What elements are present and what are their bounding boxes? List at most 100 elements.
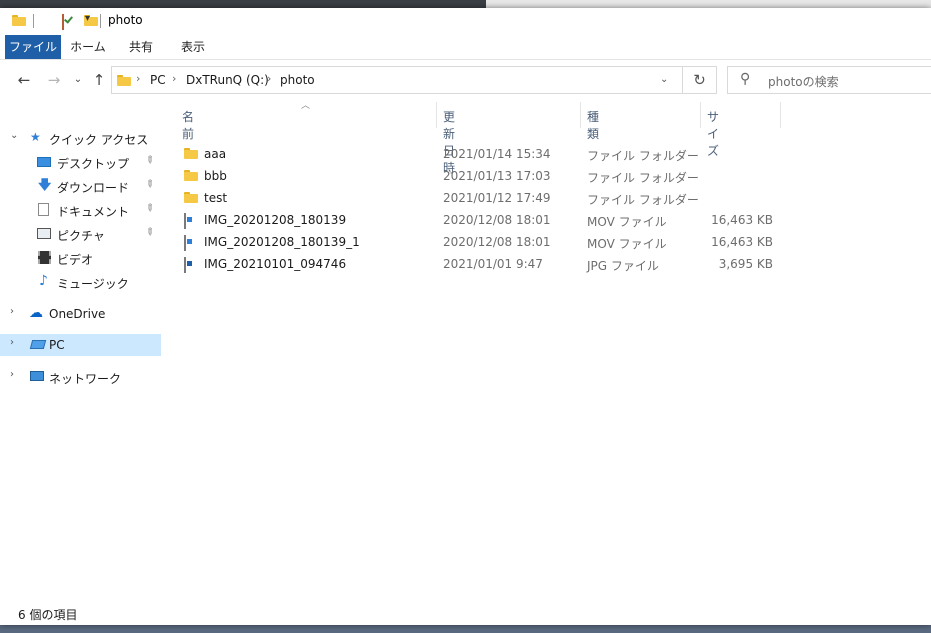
chevron-down-icon[interactable]: ⌄ [660, 74, 668, 85]
tab-view[interactable]: 表示 [170, 35, 216, 59]
refresh-button[interactable]: ↻ [683, 66, 717, 94]
title-bar: ▾ photo [0, 8, 931, 35]
explorer-window: ▾ photo ファイル ホーム 共有 表示 ← → ⌄ ↑ › PC › Dx… [0, 8, 931, 625]
file-date: 2021/01/14 15:34 [443, 147, 551, 161]
file-size: 16,463 KB [711, 235, 773, 249]
video-file-icon [184, 213, 186, 229]
file-type: ファイル フォルダー [587, 149, 699, 163]
nav-label: ビデオ [57, 253, 94, 267]
status-bar: 6 個の項目 [0, 602, 931, 625]
folder-icon [117, 75, 131, 86]
nav-item-pictures[interactable]: ピクチャ ✎ [0, 223, 161, 245]
network-icon [30, 371, 44, 381]
chevron-right-icon[interactable]: › [172, 72, 176, 85]
back-button[interactable]: ← [14, 70, 34, 90]
forward-button[interactable]: → [44, 70, 64, 90]
nav-onedrive[interactable]: › ☁ OneDrive [0, 303, 161, 325]
tab-file[interactable]: ファイル [5, 35, 61, 59]
up-button[interactable]: ↑ [89, 70, 109, 90]
video-file-icon [184, 235, 186, 251]
folder-icon [12, 15, 26, 26]
music-icon: ♪ [39, 273, 48, 289]
star-icon: ★ [30, 130, 41, 144]
table-row[interactable]: IMG_20201208_180139 2020/12/08 18:01 MOV… [162, 209, 782, 231]
customize-toolbar-icon[interactable]: ▾ [85, 13, 90, 29]
file-name: test [204, 191, 228, 205]
nav-label: ダウンロード [57, 181, 130, 195]
file-name: bbb [204, 169, 227, 183]
address-bar[interactable]: › PC › DxTRunQ (Q:) › photo ⌄ [111, 66, 683, 94]
document-icon [38, 203, 49, 216]
file-size: 16,463 KB [711, 213, 773, 227]
chevron-right-icon[interactable]: › [10, 306, 14, 317]
nav-quick-access[interactable]: ⌄ ★ クイック アクセス [0, 127, 161, 149]
download-icon: 🡇 [38, 178, 52, 193]
ribbon-tabs: ファイル ホーム 共有 表示 [0, 35, 931, 60]
search-icon: ⚲ [740, 71, 751, 87]
table-row[interactable]: aaa 2021/01/14 15:34 ファイル フォルダー [162, 143, 782, 165]
table-row[interactable]: IMG_20210101_094746 2021/01/01 9:47 JPG … [162, 253, 782, 275]
nav-label: クイック アクセス [49, 133, 149, 147]
file-date: 2020/12/08 18:01 [443, 213, 551, 227]
tab-home[interactable]: ホーム [63, 35, 113, 59]
chevron-right-icon[interactable]: › [10, 369, 14, 380]
file-type: ファイル フォルダー [587, 171, 699, 185]
search-box[interactable]: ⚲ photoの検索 [727, 66, 931, 94]
recent-locations-button[interactable]: ⌄ [68, 70, 88, 90]
search-input[interactable]: photoの検索 [768, 73, 839, 90]
breadcrumb-drive[interactable]: DxTRunQ (Q:) [186, 73, 269, 87]
background-window-strip [486, 0, 931, 8]
window-title: photo [108, 13, 143, 27]
nav-label: ピクチャ [57, 229, 105, 243]
column-divider[interactable] [580, 102, 581, 128]
chevron-right-icon[interactable]: › [10, 337, 14, 348]
item-count: 6 個の項目 [18, 608, 78, 622]
nav-label: デスクトップ [57, 157, 130, 171]
pin-icon: ✎ [142, 177, 157, 192]
nav-pc[interactable]: › PC [0, 334, 161, 356]
file-date: 2021/01/01 9:47 [443, 257, 543, 271]
nav-item-desktop[interactable]: デスクトップ ✎ [0, 151, 161, 173]
nav-item-videos[interactable]: ビデオ [0, 247, 161, 269]
address-row: ← → ⌄ ↑ › PC › DxTRunQ (Q:) › photo ⌄ ↻ … [0, 60, 931, 100]
column-header-type[interactable]: 種類 [587, 108, 599, 142]
file-type: MOV ファイル [587, 215, 667, 229]
properties-icon[interactable] [61, 14, 64, 30]
nav-item-downloads[interactable]: 🡇 ダウンロード ✎ [0, 175, 161, 197]
file-name: IMG_20201208_180139 [204, 213, 347, 227]
video-icon [38, 251, 51, 264]
table-row[interactable]: test 2021/01/12 17:49 ファイル フォルダー [162, 187, 782, 209]
nav-label: PC [49, 338, 65, 352]
file-name: aaa [204, 147, 227, 161]
nav-item-documents[interactable]: ドキュメント ✎ [0, 199, 161, 221]
folder-icon [184, 170, 198, 181]
chevron-down-icon[interactable]: ⌄ [10, 130, 18, 141]
chevron-right-icon[interactable]: › [267, 72, 271, 85]
nav-network[interactable]: › ネットワーク [0, 366, 161, 388]
pin-icon: ✎ [142, 153, 157, 168]
nav-label: OneDrive [49, 307, 106, 321]
file-type: ファイル フォルダー [587, 193, 699, 207]
nav-label: ミュージック [57, 277, 129, 291]
desktop-icon [37, 157, 51, 167]
chevron-right-icon[interactable]: › [136, 72, 140, 85]
pin-icon: ✎ [142, 201, 157, 216]
file-name: IMG_20201208_180139_1 [204, 235, 360, 249]
breadcrumb-pc[interactable]: PC [150, 73, 166, 87]
nav-label: ネットワーク [49, 372, 122, 386]
nav-item-music[interactable]: ♪ ミュージック [0, 271, 161, 293]
picture-icon [37, 228, 51, 239]
column-divider[interactable] [700, 102, 701, 128]
nav-label: ドキュメント [57, 205, 130, 219]
table-row[interactable]: IMG_20201208_180139_1 2020/12/08 18:01 M… [162, 231, 782, 253]
title-separator [33, 14, 34, 28]
file-list: ︿ 名前 更新日時 種類 サイズ aaa 2021/01/14 15:34 ファ… [162, 100, 931, 606]
tab-share[interactable]: 共有 [118, 35, 164, 59]
table-row[interactable]: bbb 2021/01/13 17:03 ファイル フォルダー [162, 165, 782, 187]
column-header-name[interactable]: 名前 [182, 108, 194, 142]
breadcrumb-folder[interactable]: photo [280, 73, 315, 87]
column-divider[interactable] [436, 102, 437, 128]
column-divider[interactable] [780, 102, 781, 128]
file-date: 2021/01/13 17:03 [443, 169, 551, 183]
desktop-background-bottom [0, 625, 931, 633]
